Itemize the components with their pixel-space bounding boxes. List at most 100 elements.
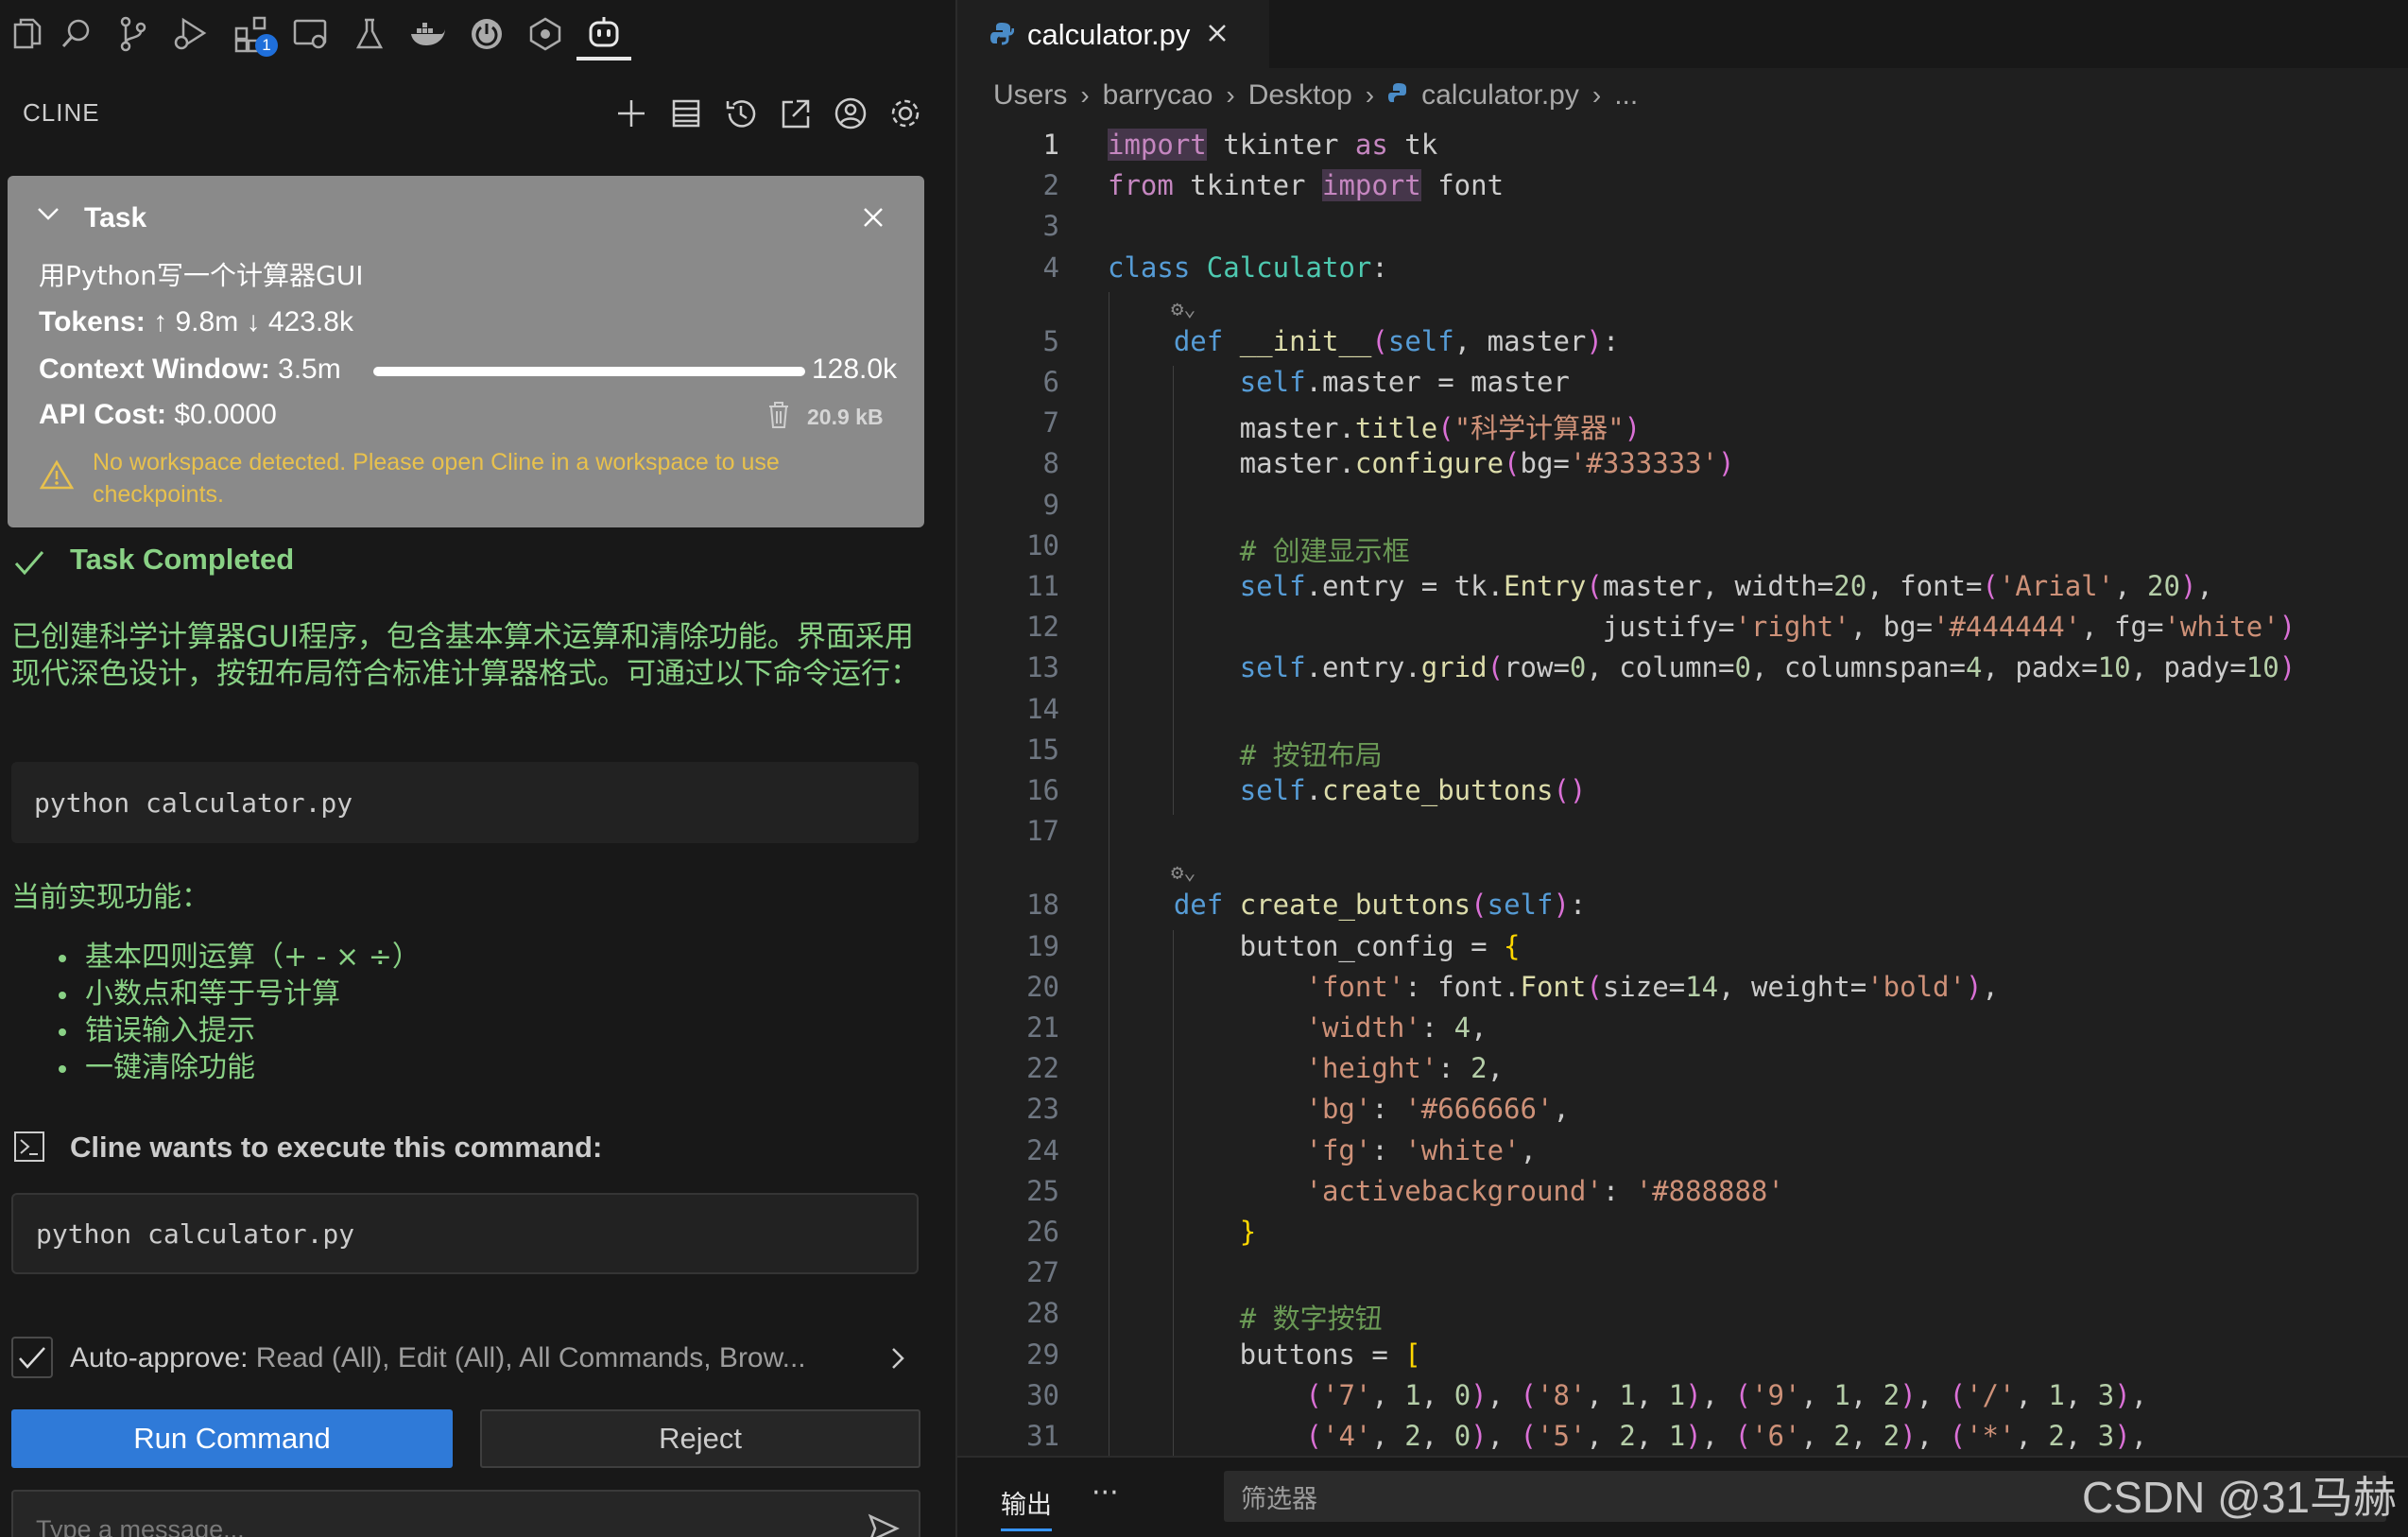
terminal-icon — [13, 1131, 45, 1166]
extensions-icon[interactable]: 1 — [225, 8, 280, 60]
code-line[interactable]: master.title("科学计算器") — [1108, 406, 1641, 446]
code-line[interactable]: button_config = { — [1108, 930, 1521, 962]
breadcrumb-item[interactable]: ... — [1614, 79, 1638, 112]
code-line[interactable]: 'bg': '#666666', — [1108, 1093, 1570, 1125]
send-icon[interactable] — [868, 1512, 900, 1537]
code-line[interactable]: from tkinter import font — [1108, 169, 1504, 202]
more-icon[interactable]: ··· — [1092, 1477, 1119, 1510]
task-prompt: 用Python写一个计算器GUI — [39, 260, 364, 291]
code-line[interactable]: # 创建显示框 — [1108, 529, 1410, 569]
list-item: 一键清除功能 — [55, 1049, 421, 1086]
indent-guide — [1173, 929, 1174, 1458]
chevron-down-icon[interactable] — [36, 204, 60, 228]
features-list: 基本四则运算（+ - × ÷） 小数点和等于号计算 错误输入提示 一键清除功能 — [55, 939, 421, 1086]
python-file-icon — [989, 21, 1015, 49]
context-row: Context Window: 3.5m — [39, 354, 341, 386]
code-line[interactable]: self.entry.grid(row=0, column=0, columns… — [1108, 651, 2296, 683]
message-box — [11, 1490, 920, 1537]
tokens-up: 9.8m — [175, 306, 239, 337]
line-number: 12 — [1026, 611, 1059, 644]
run-debug-icon[interactable] — [163, 8, 217, 60]
context-label: Context Window: — [39, 354, 270, 385]
cline-robot-icon[interactable] — [576, 8, 631, 60]
code-line[interactable]: justify='right', bg='#444444', fg='white… — [1108, 611, 2296, 643]
auto-approve-row[interactable]: Auto-approve: Read (All), Edit (All), Al… — [70, 1342, 806, 1374]
task-completed-label: Task Completed — [70, 543, 295, 576]
graph-icon[interactable] — [518, 8, 573, 60]
trash-icon[interactable] — [767, 401, 790, 434]
close-icon[interactable] — [862, 206, 885, 233]
line-number: 9 — [1042, 488, 1059, 521]
line-number: 24 — [1026, 1133, 1059, 1166]
code-line[interactable]: class Calculator: — [1108, 251, 1388, 284]
auto-approve-checkbox[interactable] — [11, 1337, 53, 1378]
code-line[interactable]: 'height': 2, — [1108, 1052, 1505, 1084]
panel-title: CLINE — [23, 98, 100, 127]
settings-icon[interactable] — [885, 93, 926, 134]
warning-icon — [39, 459, 75, 494]
explorer-icon[interactable] — [0, 8, 55, 60]
line-number: 29 — [1026, 1338, 1059, 1371]
search-icon[interactable] — [49, 8, 104, 60]
run-command-button[interactable]: Run Command — [11, 1409, 453, 1468]
chevron-right-icon[interactable] — [890, 1346, 905, 1374]
breadcrumb-item[interactable]: Users — [993, 79, 1067, 112]
code-line[interactable]: self.create_buttons() — [1108, 774, 1587, 806]
command-code-block: python calculator.py — [11, 762, 919, 843]
code-line[interactable]: self.master = master — [1108, 366, 1570, 398]
code-line[interactable]: 'activebackground': '#888888' — [1108, 1175, 1784, 1207]
history-icon[interactable] — [720, 93, 762, 134]
line-number: 21 — [1026, 1011, 1059, 1044]
code-line[interactable]: buttons = [ — [1108, 1338, 1421, 1371]
task-card: Task 用Python写一个计算器GUI Tokens: ↑ 9.8m ↓ 4… — [8, 176, 924, 527]
docker-icon[interactable] — [401, 8, 456, 60]
code-line[interactable]: # 数字按钮 — [1108, 1297, 1383, 1337]
code-line[interactable]: ('7', 1, 0), ('8', 1, 1), ('9', 1, 2), (… — [1108, 1379, 2148, 1411]
source-control-icon[interactable] — [106, 8, 161, 60]
code-line[interactable]: def create_buttons(self): — [1108, 889, 1587, 921]
plus-icon[interactable] — [611, 93, 652, 134]
context-used: 3.5m — [278, 354, 341, 385]
code-lens-icon[interactable]: ⚙⌄ — [1171, 861, 1196, 885]
code-line[interactable]: master.configure(bg='#333333') — [1108, 447, 1735, 479]
list-item: 基本四则运算（+ - × ÷） — [55, 939, 421, 976]
breadcrumb-item[interactable]: calculator.py — [1421, 79, 1579, 112]
line-number: 25 — [1026, 1174, 1059, 1207]
line-number: 28 — [1026, 1297, 1059, 1330]
testing-icon[interactable] — [342, 8, 397, 60]
code-lens-icon[interactable]: ⚙⌄ — [1171, 298, 1196, 321]
code-line[interactable]: 'width': 4, — [1108, 1011, 1488, 1044]
reject-button[interactable]: Reject — [480, 1409, 920, 1468]
mcp-servers-icon[interactable] — [665, 93, 707, 134]
breadcrumb-item[interactable]: barrycao — [1103, 79, 1213, 112]
account-icon[interactable] — [830, 93, 871, 134]
tab-output[interactable]: 输出 — [1001, 1484, 1052, 1531]
code-line[interactable]: import tkinter as tk — [1108, 129, 1437, 161]
remote-explorer-icon[interactable] — [284, 8, 338, 60]
chevron-right-icon: › — [1591, 80, 1602, 110]
cost-label: API Cost: — [39, 399, 166, 430]
tab-calculator-py[interactable]: calculator.py — [957, 0, 1269, 68]
command-preview: python calculator.py — [11, 1193, 919, 1274]
line-number: 16 — [1026, 774, 1059, 806]
line-number: 18 — [1026, 889, 1059, 922]
line-number: 4 — [1042, 250, 1059, 284]
line-number: 20 — [1026, 970, 1059, 1003]
breadcrumb-item[interactable]: Desktop — [1248, 79, 1352, 112]
code-line[interactable]: def __init__(self, master): — [1108, 325, 1619, 357]
line-number: 27 — [1026, 1256, 1059, 1289]
workspace-warning: No workspace detected. Please open Cline… — [93, 449, 780, 508]
close-icon[interactable] — [1207, 23, 1228, 47]
code-line[interactable]: # 按钮布局 — [1108, 734, 1383, 773]
line-number: 7 — [1042, 406, 1059, 440]
code-line[interactable]: self.entry = tk.Entry(master, width=20, … — [1108, 570, 2213, 602]
chevron-right-icon: › — [1226, 80, 1235, 110]
code-line[interactable]: } — [1108, 1216, 1256, 1248]
breadcrumb: Users › barrycao › Desktop › calculator.… — [993, 79, 1638, 112]
code-line[interactable]: ('4', 2, 0), ('5', 2, 1), ('6', 2, 2), (… — [1108, 1420, 2148, 1452]
power-icon[interactable] — [459, 8, 514, 60]
features-title: 当前实现功能： — [11, 881, 210, 914]
code-line[interactable]: 'font': font.Font(size=14, weight='bold'… — [1108, 971, 1999, 1003]
message-input[interactable] — [34, 1514, 841, 1537]
open-external-icon[interactable] — [775, 93, 817, 134]
